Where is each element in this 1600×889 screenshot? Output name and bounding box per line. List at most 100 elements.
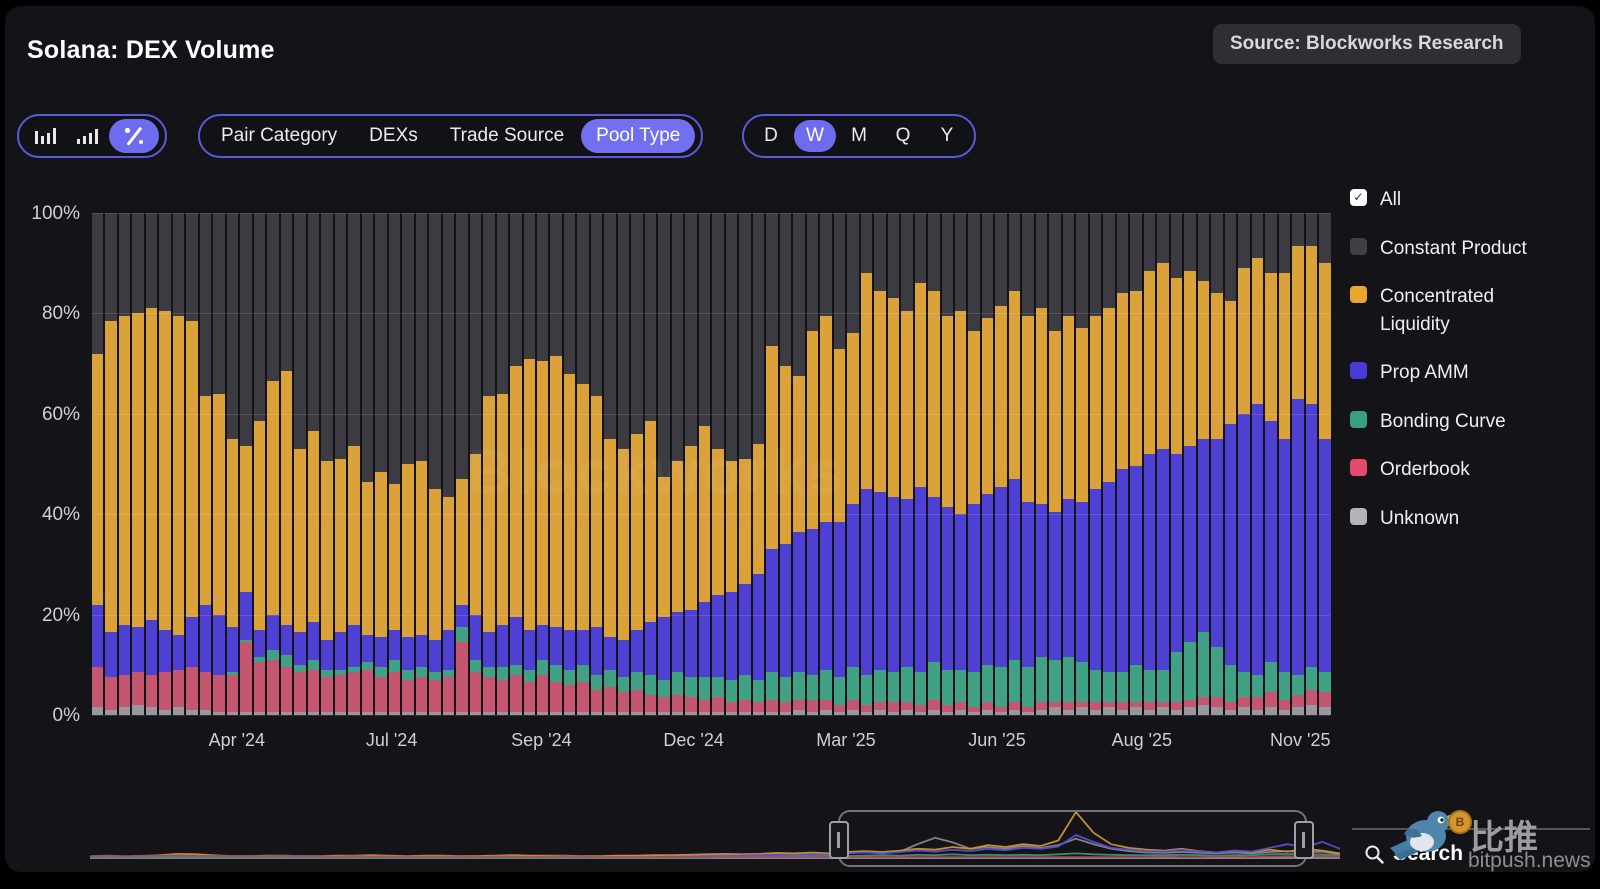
stacked-bar-column[interactable] <box>1035 213 1048 715</box>
stacked-bar-column[interactable] <box>1197 213 1210 715</box>
stacked-bar-column[interactable] <box>1116 213 1129 715</box>
stacked-bar-column[interactable] <box>388 213 401 715</box>
stacked-bar-column[interactable] <box>334 213 347 715</box>
stacked-bar-column[interactable] <box>442 213 455 715</box>
stacked-bar-column[interactable] <box>199 213 212 715</box>
brush-left-handle[interactable] <box>828 821 849 859</box>
legend-item-bonding-curve[interactable]: Bonding Curve <box>1350 408 1550 436</box>
source-badge: Source: Blockworks Research <box>1213 24 1521 64</box>
stacked-bar-column[interactable] <box>1076 213 1088 715</box>
stacked-bar-column[interactable] <box>105 213 117 715</box>
legend-swatch <box>1350 410 1367 428</box>
percent-toggle-button[interactable] <box>109 119 159 153</box>
stacked-bar-column[interactable] <box>928 213 940 715</box>
stacked-bar-column[interactable] <box>429 213 441 715</box>
x-tick-label: Mar '25 <box>816 730 876 750</box>
navigator-brush-window[interactable] <box>837 810 1307 867</box>
stacked-bar-column[interactable] <box>1130 213 1142 715</box>
stacked-bar-column[interactable] <box>995 213 1007 715</box>
legend-item-all[interactable]: ✓ All <box>1350 186 1550 214</box>
legend-swatch <box>1350 237 1367 255</box>
stacked-bar-column[interactable] <box>307 213 320 715</box>
legend-item-orderbook[interactable]: Orderbook <box>1350 456 1550 484</box>
filter-chip-pool-type[interactable]: Pool Type <box>581 119 696 153</box>
brush-right-handle[interactable] <box>1293 821 1314 859</box>
legend-swatch <box>1350 362 1367 380</box>
stacked-bar-column[interactable] <box>874 213 886 715</box>
stacked-bar-column[interactable] <box>1062 213 1075 715</box>
stacked-bar-column[interactable] <box>321 213 333 715</box>
stacked-bar-column[interactable] <box>1143 213 1156 715</box>
stacked-bar-column[interactable] <box>1278 213 1291 715</box>
stacked-bar-column[interactable] <box>1251 213 1264 715</box>
stacked-bar-column[interactable] <box>1103 213 1115 715</box>
stacked-bar-column[interactable] <box>914 213 927 715</box>
stacked-bar-column[interactable] <box>92 213 104 715</box>
stacked-bar-column[interactable] <box>887 213 900 715</box>
x-tick-label: Apr '24 <box>208 730 266 750</box>
stacked-bar-column[interactable] <box>226 213 239 715</box>
stacked-bar-column[interactable] <box>402 213 414 715</box>
stacked-bar-column[interactable] <box>118 213 131 715</box>
granularity-d[interactable]: D <box>750 120 792 152</box>
filter-chip-pair-category[interactable]: Pair Category <box>206 119 352 153</box>
stacked-bar-column[interactable] <box>847 213 859 715</box>
granularity-q[interactable]: Q <box>882 120 924 152</box>
stacked-bar-column[interactable] <box>280 213 293 715</box>
y-tick-label: 40% <box>41 504 80 526</box>
stacked-bar-column[interactable] <box>1157 213 1169 715</box>
stacked-bar-column[interactable] <box>968 213 980 715</box>
granularity-w[interactable]: W <box>794 120 836 152</box>
legend-item-concentrated-liquidity[interactable]: Concentrated Liquidity <box>1350 283 1550 338</box>
stacked-bar-column[interactable] <box>213 213 225 715</box>
legend-swatch <box>1350 507 1367 525</box>
x-tick-label: Jun '25 <box>968 730 1026 750</box>
stacked-bar-column[interactable] <box>981 213 994 715</box>
legend-label: Unknown <box>1380 507 1460 529</box>
stacked-bar-column[interactable] <box>375 213 387 715</box>
stacked-bar-column[interactable] <box>955 213 967 715</box>
stacked-bar-column[interactable] <box>186 213 198 715</box>
legend-item-constant-product[interactable]: Constant Product <box>1350 235 1550 263</box>
stacked-bar-column[interactable] <box>132 213 144 715</box>
legend-label: Orderbook <box>1380 459 1470 481</box>
stacked-bar-column[interactable] <box>159 213 171 715</box>
stacked-bar-column[interactable] <box>1211 213 1223 715</box>
stacked-bar-column[interactable] <box>1008 213 1021 715</box>
stacked-bar-column[interactable] <box>1265 213 1277 715</box>
filter-group: Pair Category DEXs Trade Source Pool Type <box>198 114 704 158</box>
ascending-bars-icon[interactable] <box>67 119 107 153</box>
stacked-bar-column[interactable] <box>1049 213 1061 715</box>
stacked-bar-column[interactable] <box>1319 213 1331 715</box>
stacked-bar-column[interactable] <box>172 213 185 715</box>
stacked-bar-column[interactable] <box>240 213 252 715</box>
stacked-bar-column[interactable] <box>901 213 913 715</box>
filter-chip-trade-source[interactable]: Trade Source <box>435 119 579 153</box>
stacked-bar-column[interactable] <box>415 213 428 715</box>
stacked-bar-column[interactable] <box>860 213 873 715</box>
page-title: Solana: DEX Volume <box>27 36 275 64</box>
stacked-bar-column[interactable] <box>1224 213 1237 715</box>
stacked-bar-column[interactable] <box>361 213 374 715</box>
stacked-bar-column[interactable] <box>1305 213 1318 715</box>
stacked-bar-column[interactable] <box>145 213 158 715</box>
stacked-bar-column[interactable] <box>1022 213 1034 715</box>
granularity-y[interactable]: Y <box>926 120 968 152</box>
stacked-bar-column[interactable] <box>1170 213 1183 715</box>
stacked-bar-column[interactable] <box>294 213 306 715</box>
stacked-bar-column[interactable] <box>1089 213 1102 715</box>
legend-item-prop-amm[interactable]: Prop AMM <box>1350 359 1550 387</box>
bar-chart-icon[interactable] <box>25 119 65 153</box>
filter-chip-dexs[interactable]: DEXs <box>354 119 433 153</box>
stacked-bar-column[interactable] <box>1238 213 1250 715</box>
stacked-bar-column[interactable] <box>1292 213 1304 715</box>
stacked-bar-column[interactable] <box>253 213 266 715</box>
stacked-bar-column[interactable] <box>267 213 279 715</box>
granularity-m[interactable]: M <box>838 120 880 152</box>
stacked-bar-column[interactable] <box>348 213 360 715</box>
stacked-bar-column[interactable] <box>456 213 468 715</box>
stacked-bar-column[interactable] <box>1184 213 1196 715</box>
legend-item-unknown[interactable]: Unknown <box>1350 505 1550 533</box>
search-icon[interactable] <box>1364 844 1384 864</box>
stacked-bar-column[interactable] <box>941 213 953 715</box>
